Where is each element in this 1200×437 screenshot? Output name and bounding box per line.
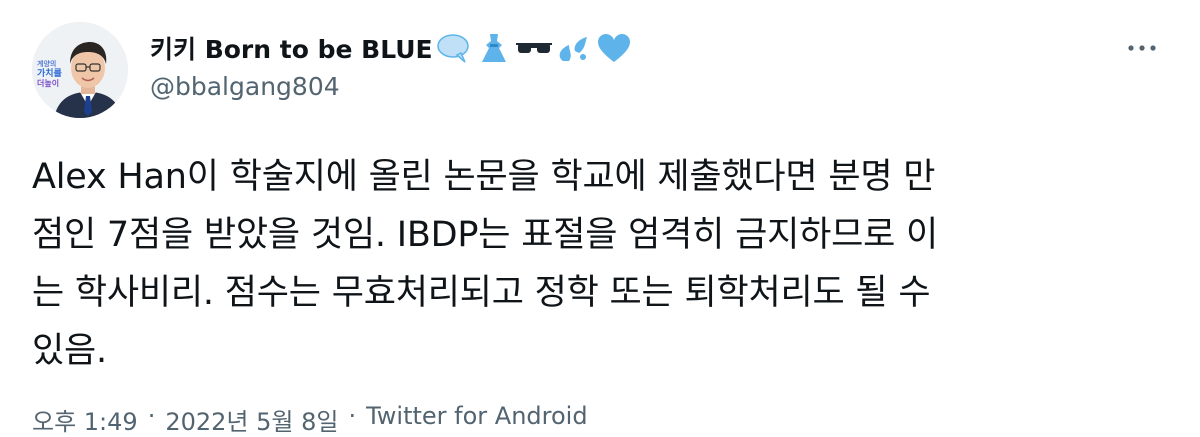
- tweet-time[interactable]: 오후 1:49: [32, 402, 138, 437]
- tweet-source[interactable]: Twitter for Android: [366, 402, 587, 437]
- more-options-icon: [1128, 45, 1156, 51]
- svg-text:가치를: 가치를: [37, 67, 62, 79]
- sunglasses-icon: [515, 43, 552, 53]
- avatar[interactable]: 계양의 가치를 더높이: [32, 22, 128, 118]
- meta-separator: ·: [348, 402, 357, 430]
- tweet-card: 계양의 가치를 더높이 키키 Born to be BLUE @bbalgang…: [0, 0, 1200, 436]
- author-handle[interactable]: @bbalgang804: [150, 72, 340, 101]
- speech-bubble-icon: [436, 34, 469, 63]
- sweat-droplets-icon: [559, 37, 587, 61]
- author-name-row: 키키 Born to be BLUE: [150, 30, 633, 66]
- more-options-button[interactable]: [1120, 30, 1164, 66]
- avatar-portrait-image: 계양의 가치를 더높이: [32, 22, 128, 118]
- tweet-date[interactable]: 2022년 5월 8일: [165, 402, 338, 437]
- blue-heart-icon: [597, 34, 630, 62]
- svg-text:더높이: 더높이: [37, 78, 59, 88]
- name-emoji-group: [435, 31, 633, 65]
- tweet-text: Alex Han이 학술지에 올린 논문을 학교에 제출했다면 분명 만 점인 …: [32, 157, 938, 371]
- meta-separator: ·: [147, 402, 156, 430]
- dress-icon: [481, 34, 506, 62]
- author-display-name[interactable]: 키키 Born to be BLUE: [150, 30, 433, 66]
- svg-text:계양의: 계양의: [37, 59, 56, 68]
- tweet-meta: 오후 1:49 · 2022년 5월 8일 · Twitter for Andr…: [32, 402, 588, 437]
